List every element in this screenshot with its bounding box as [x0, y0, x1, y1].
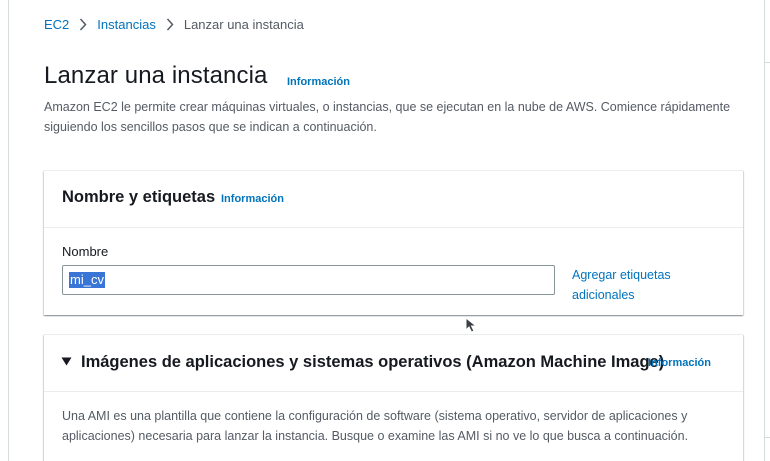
panel-title: Nombre y etiquetas: [62, 188, 216, 206]
breadcrumb: EC2 Instancias Lanzar una instancia: [44, 15, 304, 33]
panel-header: Nombre y etiquetas Información: [44, 171, 743, 228]
ami-panel: Imágenes de aplicaciones y sistemas oper…: [44, 334, 743, 461]
breadcrumb-ec2[interactable]: EC2: [44, 17, 69, 32]
chevron-right-icon: [69, 17, 97, 31]
ami-description: Una AMI es una plantilla que contiene la…: [62, 409, 689, 443]
name-input-value: mi_cv: [69, 272, 105, 288]
name-panel-info-link[interactable]: Información: [221, 193, 284, 205]
panel-title: Imágenes de aplicaciones y sistemas oper…: [81, 353, 665, 371]
divider: [765, 62, 770, 63]
mouse-cursor-icon: [465, 317, 478, 333]
add-tags-link[interactable]: Agregar etiquetas adicionales: [572, 265, 712, 305]
name-field-label: Nombre: [62, 244, 109, 259]
caret-down-icon[interactable]: [61, 357, 72, 366]
page-title: Lanzar una instancia: [44, 62, 268, 89]
title-info-link[interactable]: Información: [287, 76, 350, 88]
page-description: Amazon EC2 le permite crear máquinas vir…: [44, 100, 731, 134]
ami-panel-info-link[interactable]: Información: [648, 357, 711, 369]
panel-header[interactable]: Imágenes de aplicaciones y sistemas oper…: [44, 335, 743, 392]
name-input[interactable]: mi_cv: [62, 265, 555, 295]
chevron-right-icon: [156, 17, 184, 31]
breadcrumb-current: Lanzar una instancia: [183, 16, 304, 32]
divider: [765, 437, 770, 438]
name-and-tags-panel: Nombre y etiquetas Información Nombre mi…: [44, 170, 743, 315]
breadcrumb-instancias[interactable]: Instancias: [97, 17, 156, 32]
